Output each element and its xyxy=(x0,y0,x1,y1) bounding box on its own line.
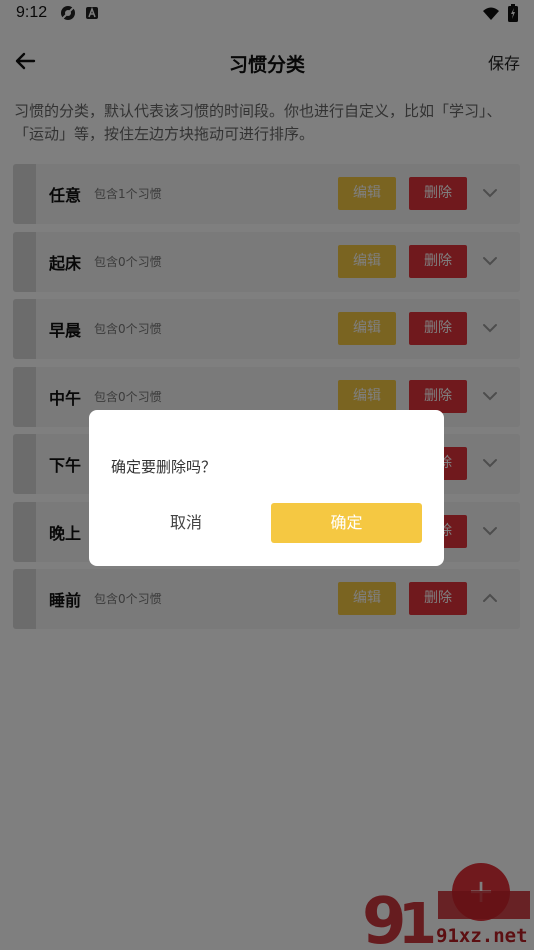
dialog-confirm-button[interactable]: 确定 xyxy=(271,503,422,543)
delete-confirm-dialog: 确定要删除吗？ 取消 确定 xyxy=(89,410,444,566)
dialog-cancel-button[interactable]: 取消 xyxy=(111,503,261,543)
dialog-message: 确定要删除吗？ xyxy=(111,458,217,476)
app-root: 9:12 习惯分类 保存 习惯的分类，默认代表该习惯的时间段。你也进行自定义，比… xyxy=(0,0,534,950)
